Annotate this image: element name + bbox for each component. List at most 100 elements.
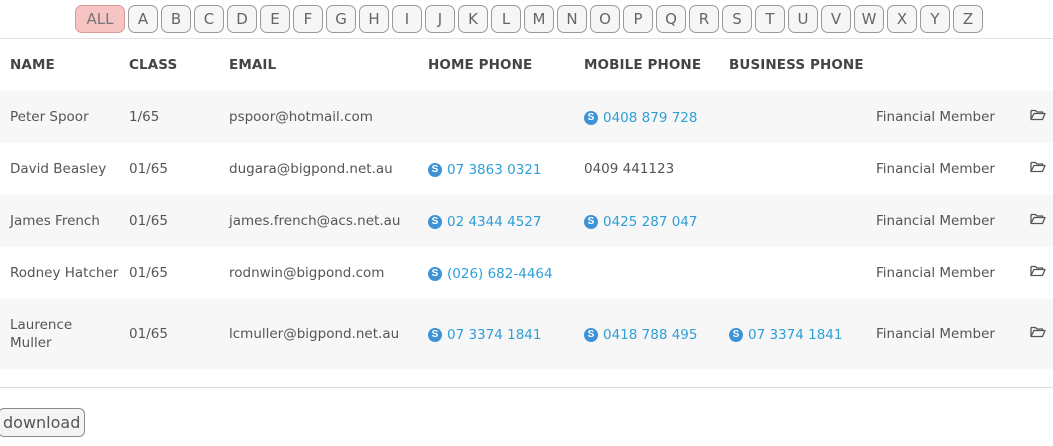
membership-status: Financial Member: [876, 265, 995, 281]
filter-letter-t[interactable]: T: [755, 5, 785, 33]
member-email: james.french@acs.net.au: [229, 213, 401, 229]
table-row: Rodney Hatcher 01/65 rodnwin@bigpond.com S (…: [0, 247, 1053, 299]
cell-class: 01/65: [119, 299, 219, 369]
filter-letter-l[interactable]: L: [491, 5, 521, 33]
cell-email: james.french@acs.net.au: [219, 195, 418, 247]
mobile-phone-link[interactable]: S 0425 287 047: [584, 213, 697, 231]
cell-actions: [1023, 195, 1053, 247]
cell-mobile-phone: [574, 247, 719, 299]
header-name[interactable]: NAME: [0, 39, 119, 91]
header-mobile-phone[interactable]: MOBILE PHONE: [574, 39, 719, 91]
filter-letter-m[interactable]: M: [524, 5, 554, 33]
filter-letter-o[interactable]: O: [590, 5, 620, 33]
filter-letter-w[interactable]: W: [854, 5, 884, 33]
member-class: 01/65: [129, 326, 168, 342]
filter-letter-z[interactable]: Z: [953, 5, 983, 33]
cell-email: rodnwin@bigpond.com: [219, 247, 418, 299]
header-business-phone[interactable]: BUSINESS PHONE: [719, 39, 866, 91]
folder-open-icon[interactable]: [1030, 108, 1046, 126]
cell-mobile-phone: S 0418 788 495: [574, 299, 719, 369]
home-phone-link[interactable]: S 07 3863 0321: [428, 161, 541, 179]
cell-status: Financial Member: [866, 195, 1023, 247]
filter-letter-j[interactable]: J: [425, 5, 455, 33]
business-phone-link[interactable]: S 07 3374 1841: [729, 326, 842, 344]
cell-home-phone: S 07 3374 1841: [418, 299, 574, 369]
cell-business-phone: [719, 91, 866, 143]
filter-letter-s[interactable]: S: [722, 5, 752, 33]
filter-letter-p[interactable]: P: [623, 5, 653, 33]
filter-letter-a[interactable]: A: [128, 5, 158, 33]
skype-icon: S: [428, 328, 442, 342]
header-class[interactable]: CLASS: [119, 39, 219, 91]
cell-name: David Beasley: [0, 143, 119, 195]
cell-name: Rodney Hatcher: [0, 247, 119, 299]
filter-letter-u[interactable]: U: [788, 5, 818, 33]
cell-status: Financial Member: [866, 247, 1023, 299]
mobile-phone-link[interactable]: S 0408 879 728: [584, 109, 697, 127]
home-phone-link[interactable]: S 02 4344 4527: [428, 213, 541, 231]
filter-letter-k[interactable]: K: [458, 5, 488, 33]
home-phone-link[interactable]: S 07 3374 1841: [428, 326, 541, 344]
header-status: [866, 39, 1023, 91]
member-class: 01/65: [129, 265, 168, 281]
filter-letter-f[interactable]: F: [293, 5, 323, 33]
home-phone-number: 02 4344 4527: [447, 214, 542, 230]
filter-letter-x[interactable]: X: [887, 5, 917, 33]
cell-name: Laurence Muller: [0, 299, 119, 369]
cell-status: Financial Member: [866, 299, 1023, 369]
filter-letter-v[interactable]: V: [821, 5, 851, 33]
skype-icon: S: [428, 215, 442, 229]
business-phone-number: 07 3374 1841: [748, 327, 843, 343]
cell-class: 01/65: [119, 143, 219, 195]
folder-open-icon[interactable]: [1030, 325, 1046, 343]
filter-letter-g[interactable]: G: [326, 5, 356, 33]
skype-icon: S: [428, 163, 442, 177]
cell-class: 01/65: [119, 247, 219, 299]
cell-mobile-phone: 0409 441123: [574, 143, 719, 195]
header-home-phone[interactable]: HOME PHONE: [418, 39, 574, 91]
member-class: 01/65: [129, 161, 168, 177]
header-email[interactable]: EMAIL: [219, 39, 418, 91]
cell-class: 1/65: [119, 91, 219, 143]
cell-status: Financial Member: [866, 91, 1023, 143]
folder-open-icon[interactable]: [1030, 212, 1046, 230]
member-email: pspoor@hotmail.com: [229, 109, 373, 125]
header-actions: [1023, 39, 1053, 91]
alphabet-filter: ALL A B C D E F G H I J K L M N O P Q R …: [75, 5, 983, 33]
filter-letter-r[interactable]: R: [689, 5, 719, 33]
cell-home-phone: S 07 3863 0321: [418, 143, 574, 195]
filter-letter-h[interactable]: H: [359, 5, 389, 33]
mobile-phone-number: 0408 879 728: [603, 110, 698, 126]
filter-letter-q[interactable]: Q: [656, 5, 686, 33]
home-phone-number: (026) 682-4464: [447, 266, 553, 282]
home-phone-link[interactable]: S (026) 682-4464: [428, 265, 553, 283]
mobile-phone-number: 0418 788 495: [603, 327, 698, 343]
cell-mobile-phone: S 0408 879 728: [574, 91, 719, 143]
cell-email: lcmuller@bigpond.net.au: [219, 299, 418, 369]
filter-letter-d[interactable]: D: [227, 5, 257, 33]
filter-letter-c[interactable]: C: [194, 5, 224, 33]
filter-letter-b[interactable]: B: [161, 5, 191, 33]
filter-letter-n[interactable]: N: [557, 5, 587, 33]
cell-business-phone: [719, 143, 866, 195]
member-name: David Beasley: [10, 161, 107, 177]
table-body: Peter Spoor 1/65 pspoor@hotmail.com S 0408 8…: [0, 91, 1053, 369]
mobile-phone-number: 0409 441123: [584, 161, 675, 177]
download-button[interactable]: download: [0, 408, 86, 437]
folder-open-icon[interactable]: [1030, 264, 1046, 282]
mobile-phone-link[interactable]: S 0418 788 495: [584, 326, 697, 344]
filter-letter-e[interactable]: E: [260, 5, 290, 33]
filter-all-button[interactable]: ALL: [75, 5, 125, 33]
member-name: James French: [10, 213, 100, 229]
cell-actions: [1023, 143, 1053, 195]
skype-icon: S: [729, 328, 743, 342]
filter-letter-y[interactable]: Y: [920, 5, 950, 33]
folder-open-icon[interactable]: [1030, 160, 1046, 178]
membership-status: Financial Member: [876, 213, 995, 229]
table-row: James French 01/65 james.french@acs.net.au…: [0, 195, 1053, 247]
cell-home-phone: S 02 4344 4527: [418, 195, 574, 247]
member-class: 01/65: [129, 213, 168, 229]
home-phone-number: 07 3863 0321: [447, 162, 542, 178]
filter-letter-i[interactable]: I: [392, 5, 422, 33]
table-row: Laurence Muller 01/65 lcmuller@bigpond.net…: [0, 299, 1053, 369]
